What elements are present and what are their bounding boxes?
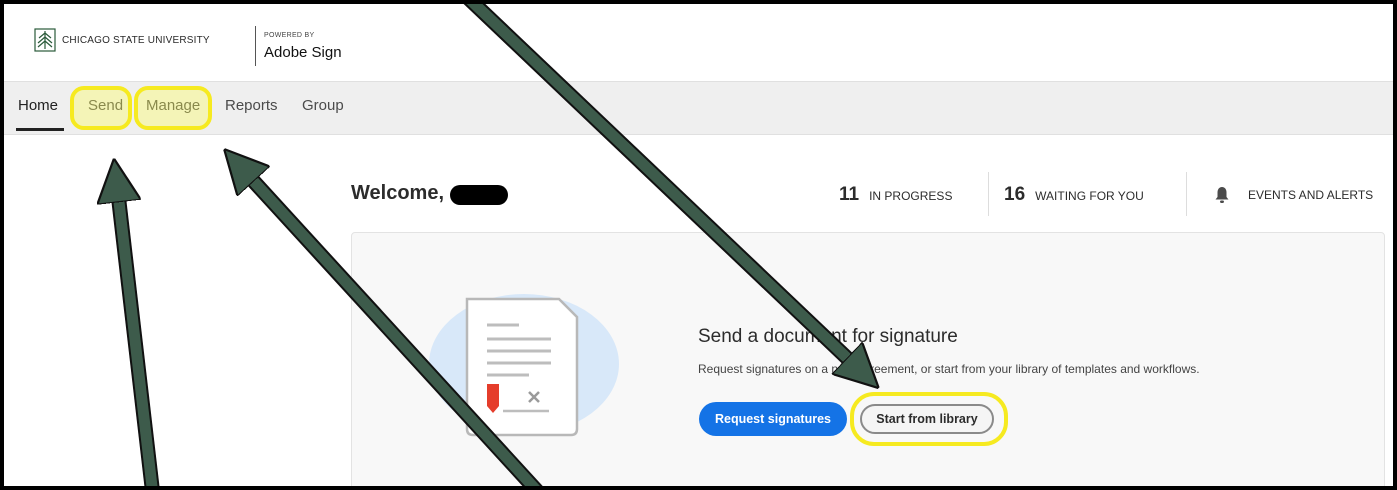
send-card-title: Send a document for signature	[698, 326, 958, 347]
events-alerts[interactable]: EVENTS AND ALERTS	[1214, 186, 1373, 204]
send-highlight	[70, 86, 132, 130]
request-signatures-button[interactable]: Request signatures	[699, 402, 847, 436]
manage-highlight	[134, 86, 212, 130]
bell-icon	[1215, 187, 1229, 203]
university-logo-icon	[34, 28, 56, 52]
in-progress-label: IN PROGRESS	[869, 189, 953, 203]
waiting-stat[interactable]: 16 WAITING FOR YOU	[1004, 184, 1144, 206]
stat-divider	[988, 172, 989, 216]
header-divider	[255, 26, 256, 66]
tab-reports[interactable]: Reports	[225, 97, 278, 114]
stat-divider	[1186, 172, 1187, 216]
waiting-label: WAITING FOR YOU	[1035, 189, 1144, 203]
top-navigation: Home Send Manage Reports Group	[4, 81, 1393, 135]
waiting-count: 16	[1004, 184, 1026, 205]
product-name: Adobe Sign	[264, 44, 342, 61]
app-header: CHICAGO STATE UNIVERSITY POWERED BY Adob…	[4, 4, 1393, 81]
screenshot-frame: CHICAGO STATE UNIVERSITY POWERED BY Adob…	[0, 0, 1397, 490]
tab-home[interactable]: Home	[18, 97, 58, 114]
in-progress-stat[interactable]: 11 IN PROGRESS	[839, 184, 952, 206]
arrow-to-send	[108, 175, 160, 486]
redacted-username	[450, 185, 508, 205]
university-name: CHICAGO STATE UNIVERSITY	[62, 34, 210, 46]
active-tab-indicator	[16, 128, 64, 131]
document-illustration-icon	[429, 294, 619, 437]
events-label: EVENTS AND ALERTS	[1248, 188, 1374, 202]
library-highlight	[850, 392, 1008, 446]
in-progress-count: 11	[839, 184, 860, 205]
tab-group[interactable]: Group	[302, 97, 344, 114]
welcome-heading: Welcome,	[351, 182, 444, 204]
university-logo[interactable]: CHICAGO STATE UNIVERSITY	[34, 28, 210, 52]
powered-by-label: POWERED BY	[264, 32, 315, 39]
send-card-subtitle: Request signatures on a new agreement, o…	[698, 362, 1200, 376]
